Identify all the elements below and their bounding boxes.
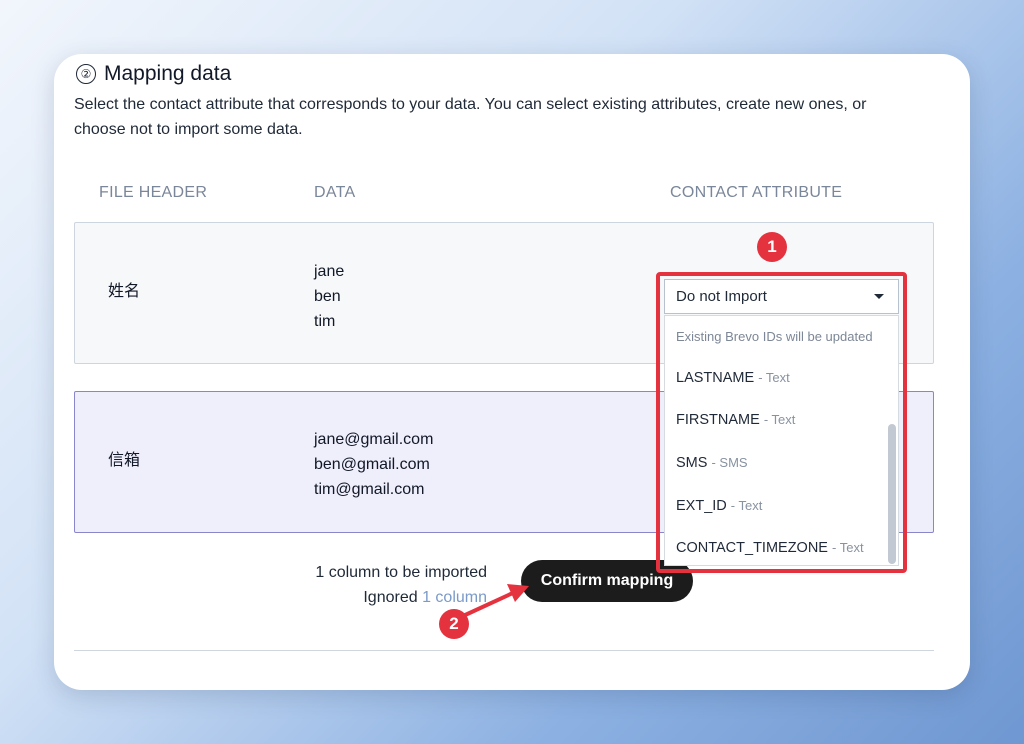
row-file-header: 信箱 — [108, 452, 141, 469]
data-value: ben@gmail.com — [314, 456, 430, 473]
data-value: jane@gmail.com — [314, 431, 434, 448]
step-number: ② — [76, 64, 96, 84]
data-value: tim@gmail.com — [314, 481, 425, 498]
ignored-label: Ignored — [363, 589, 418, 606]
row-file-header: 姓名 — [108, 283, 141, 300]
arrow-icon — [461, 584, 529, 618]
section-title-row: ② Mapping data — [76, 62, 231, 86]
section-description: Select the contact attribute that corres… — [74, 96, 867, 138]
divider — [74, 650, 934, 651]
data-value: ben — [314, 288, 341, 305]
data-value: tim — [314, 313, 336, 330]
row-data-values: jane ben tim — [314, 259, 344, 334]
section-title: Mapping data — [104, 62, 232, 85]
dropdown-highlight-box — [656, 272, 907, 573]
column-header-attribute: CONTACT ATTRIBUTE — [670, 184, 843, 201]
column-header-data: DATA — [314, 184, 356, 201]
column-header-file: FILE HEADER — [99, 184, 208, 201]
row-data-values: jane@gmail.com ben@gmail.com tim@gmail.c… — [314, 427, 433, 502]
annotation-badge-1: 1 — [757, 232, 787, 262]
data-value: jane — [314, 263, 345, 280]
